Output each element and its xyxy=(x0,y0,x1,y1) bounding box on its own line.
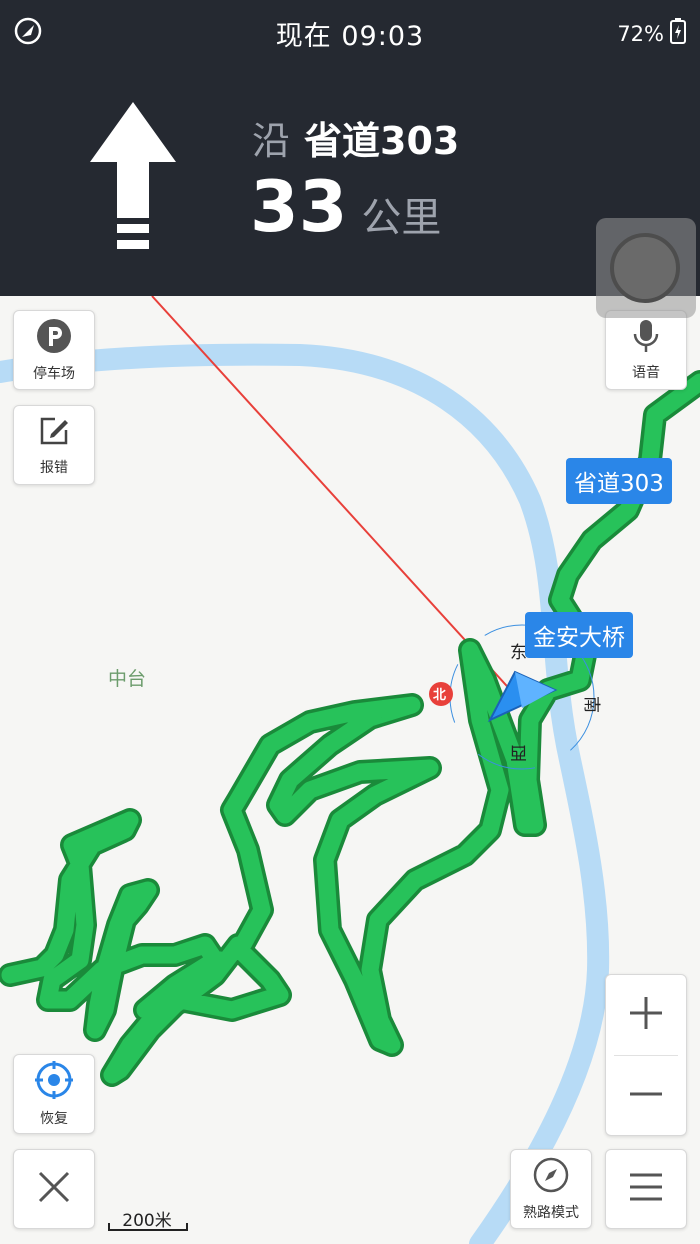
plus-icon xyxy=(628,995,664,1035)
straight-arrow-icon xyxy=(88,100,178,259)
road-callout[interactable]: 省道303 xyxy=(566,458,672,504)
battery-indicator: 72% xyxy=(617,18,686,49)
distance-value: 33 xyxy=(250,166,348,248)
edit-icon xyxy=(37,414,71,452)
distance-unit: 公里 xyxy=(361,195,442,241)
minus-icon xyxy=(628,1076,664,1116)
road-callout-label: 省道303 xyxy=(574,471,664,497)
zoom-in-button[interactable] xyxy=(606,975,686,1055)
close-icon xyxy=(37,1170,71,1208)
menu-button[interactable] xyxy=(605,1149,687,1229)
road-name: 省道303 xyxy=(304,119,460,163)
scale-bar xyxy=(108,1223,188,1231)
report-error-button[interactable]: 报错 xyxy=(13,405,95,485)
parking-label: 停车场 xyxy=(33,365,75,382)
exit-navigation-button[interactable] xyxy=(13,1149,95,1229)
menu-icon xyxy=(628,1172,664,1206)
current-time: 现在 09:03 xyxy=(275,21,425,52)
locate-icon xyxy=(35,1060,73,1103)
battery-icon xyxy=(670,18,686,49)
map-scale: 200米 xyxy=(108,1206,188,1231)
battery-percent: 72% xyxy=(617,21,664,46)
familiar-mode-label: 熟路模式 xyxy=(523,1204,579,1221)
compass-north-label: 北 xyxy=(433,688,447,703)
assistant-ball-icon xyxy=(610,233,680,303)
map-view[interactable]: 东 南 西 北 中台 省道303 金安大桥 停车场 报错 恢复 语音 熟路模式 … xyxy=(0,296,700,1244)
voice-button[interactable]: 语音 xyxy=(605,310,687,390)
zoom-out-button[interactable] xyxy=(606,1056,686,1136)
floating-assistant-button[interactable] xyxy=(596,218,696,318)
familiar-route-mode-button[interactable]: 熟路模式 xyxy=(510,1149,592,1229)
bridge-callout-label: 金安大桥 xyxy=(533,625,625,651)
zoom-control xyxy=(605,974,687,1136)
parking-icon xyxy=(36,318,72,358)
compass-west-label: 西 xyxy=(510,742,527,762)
recenter-button[interactable]: 恢复 xyxy=(13,1054,95,1134)
distance-remaining: 33 公里 xyxy=(250,166,441,248)
report-label: 报错 xyxy=(40,459,68,476)
road-prefix: 沿 xyxy=(252,119,291,163)
parking-button[interactable]: 停车场 xyxy=(13,310,95,390)
place-label: 中台 xyxy=(108,668,147,690)
bridge-callout[interactable]: 金安大桥 xyxy=(525,612,633,658)
compass-south-label: 南 xyxy=(581,696,601,713)
voice-label: 语音 xyxy=(632,364,660,381)
status-bar: 现在 09:03 72% xyxy=(0,0,700,62)
recenter-label: 恢复 xyxy=(40,1110,68,1127)
compass-icon xyxy=(533,1157,569,1197)
microphone-icon xyxy=(633,319,659,357)
guidance-banner: 沿 省道303 33 公里 xyxy=(0,62,700,296)
road-instruction: 沿 省道303 xyxy=(252,110,459,165)
